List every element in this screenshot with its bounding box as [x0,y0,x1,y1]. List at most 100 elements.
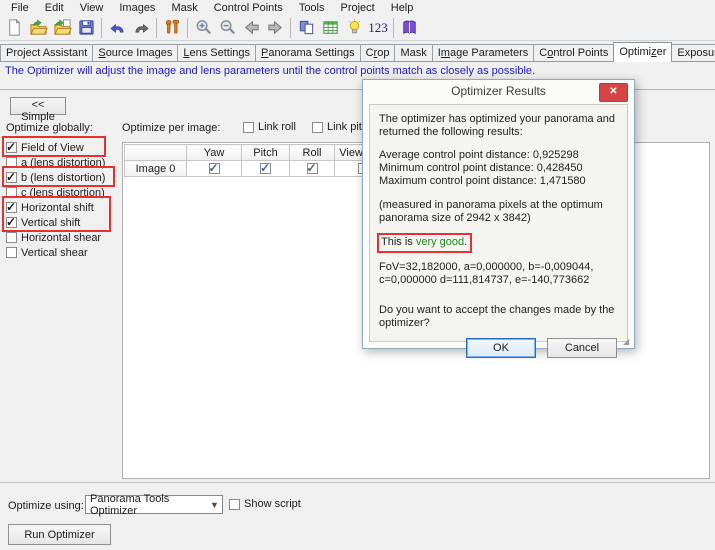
resize-grip[interactable]: ◢ [623,337,633,347]
run-optimizer-button[interactable]: Run Optimizer [8,524,111,545]
minimum-distance-text: Minimum control point distance: 0,428450 [379,162,618,175]
show-script-checkbox[interactable]: Show script [229,498,301,510]
link-roll-checkbox-box[interactable] [243,122,254,133]
save-project-icon[interactable] [74,17,98,39]
checkbox-a-lens-distortion[interactable]: a (lens distortion) [6,155,118,170]
previous-image-icon[interactable] [239,17,263,39]
menu-help[interactable]: Help [383,1,422,15]
menu-tools[interactable]: Tools [291,1,333,15]
toolbar-group-1 [105,17,153,39]
open-project-icon[interactable] [26,17,50,39]
new-project-icon[interactable] [2,17,26,39]
toolbar-separator [393,18,394,38]
redo-icon[interactable] [129,17,153,39]
checkbox-field-of-view[interactable]: Field of View [6,140,118,155]
show-script-checkbox-box[interactable] [229,499,240,510]
numbers-icon[interactable]: 123 [366,17,390,39]
tab-source-images[interactable]: Source Images [92,44,178,61]
optimizer-engine-select[interactable]: Panorama Tools Optimizer ▼ [85,495,223,514]
optimizer-results-dialog: Optimizer Results ✕ The optimizer has op… [362,79,635,349]
table-row: Image 0 [125,161,392,177]
checkbox-horizontal-shift-label: Horizontal shift [21,202,94,214]
dialog-statistics: Average control point distance: 0,925298… [379,149,618,188]
tab-lens-settings[interactable]: Lens Settings [177,44,256,61]
tab-image-parameters[interactable]: Image Parameters [432,44,535,61]
dialog-title: Optimizer Results [363,84,634,98]
zoom-in-icon[interactable] [191,17,215,39]
tab-exposure-hdr[interactable]: Exposure / HDR [671,44,715,61]
checkbox-vertical-shift-box[interactable] [6,217,17,228]
column-header-pitch: Pitch [242,145,290,161]
show-pages-icon[interactable] [294,17,318,39]
tab-control-points[interactable]: Control Points [533,44,614,61]
checkbox-c-lens-distortion[interactable]: c (lens distortion) [6,185,118,200]
link-pitch-checkbox-box[interactable] [312,122,323,133]
menu-bar: FileEditViewImagesMaskControl PointsTool… [0,0,715,15]
undo-icon[interactable] [105,17,129,39]
menu-file[interactable]: File [3,1,37,15]
checkbox-c-lens-distortion-box[interactable] [6,187,17,198]
optimize-globally-options: Field of Viewa (lens distortion)b (lens … [6,140,118,260]
close-icon[interactable]: ✕ [599,83,628,102]
toolbar-group-2 [160,17,184,39]
optimize-using-label: Optimize using: [8,500,84,512]
checkbox-c-lens-distortion-label: c (lens distortion) [21,187,105,199]
tab-crop[interactable]: Crop [360,44,396,61]
row-header-image-0[interactable]: Image 0 [125,161,187,177]
menu-project[interactable]: Project [333,1,383,15]
checkbox-vertical-shear-box[interactable] [6,247,17,258]
checkbox-vertical-shift-label: Vertical shift [21,217,80,229]
checkbox-vertical-shear[interactable]: Vertical shear [6,245,118,260]
verdict-suffix: . [464,236,467,248]
toolbar-group-4: 123 [294,17,390,39]
checkbox-horizontal-shift-box[interactable] [6,202,17,213]
checkbox-vertical-shear-label: Vertical shear [21,247,88,259]
verdict-highlight: very good [416,236,464,248]
checkbox-field-of-view-box[interactable] [6,142,17,153]
add-images-icon[interactable] [50,17,74,39]
toolbar-group-0 [2,17,98,39]
menu-view[interactable]: View [72,1,112,15]
help-book-icon[interactable] [397,17,421,39]
checkbox-vertical-shift[interactable]: Vertical shift [6,215,118,230]
menu-images[interactable]: Images [111,1,163,15]
toolbar-separator [156,18,157,38]
checkbox-b-lens-distortion[interactable]: b (lens distortion) [6,170,118,185]
hugin-window: FileEditViewImagesMaskControl PointsTool… [0,0,715,550]
tab-panorama-settings[interactable]: Panorama Settings [255,44,361,61]
checkbox-image-0-pitch[interactable] [260,163,271,174]
menu-edit[interactable]: Edit [37,1,72,15]
tab-optimizer[interactable]: Optimizer [613,42,672,62]
tab-mask[interactable]: Mask [394,44,432,61]
simple-mode-button[interactable]: << Simple [10,97,66,115]
next-image-icon[interactable] [263,17,287,39]
checkbox-a-lens-distortion-box[interactable] [6,157,17,168]
dialog-body: The optimizer has optimized your panoram… [369,104,628,342]
ok-button[interactable]: OK [466,338,536,358]
checkbox-horizontal-shear-box[interactable] [6,232,17,243]
verdict-wrap: This is very good. [379,233,618,253]
dialog-buttons: OK Cancel [379,338,618,358]
checkbox-b-lens-distortion-box[interactable] [6,172,17,183]
hint-bulb-icon[interactable] [342,17,366,39]
tab-project-assistant[interactable]: Project Assistant [0,44,93,61]
column-header-blank [125,145,187,161]
optimized-parameters-text: FoV=32,182000, a=0,000000, b=-0,009044, … [379,261,618,287]
zoom-out-icon[interactable] [215,17,239,39]
checkbox-horizontal-shift[interactable]: Horizontal shift [6,200,118,215]
menu-control-points[interactable]: Control Points [206,1,291,15]
table-view-icon[interactable] [318,17,342,39]
accept-question-text: Do you want to accept the changes made b… [379,304,618,330]
tab-strip: Project AssistantSource ImagesLens Setti… [0,41,715,62]
link-roll-checkbox[interactable]: Link roll [243,121,296,133]
menu-mask[interactable]: Mask [163,1,205,15]
bottom-bar: Optimize using: Panorama Tools Optimizer… [0,482,715,550]
verdict-prefix: This is [381,236,416,248]
checkbox-image-0-yaw[interactable] [209,163,220,174]
checkbox-horizontal-shear[interactable]: Horizontal shear [6,230,118,245]
toolbar-group-5 [397,17,421,39]
fine-tune-tools-icon[interactable] [160,17,184,39]
column-header-roll: Roll [290,145,335,161]
cancel-button[interactable]: Cancel [547,338,617,358]
checkbox-image-0-roll[interactable] [307,163,318,174]
